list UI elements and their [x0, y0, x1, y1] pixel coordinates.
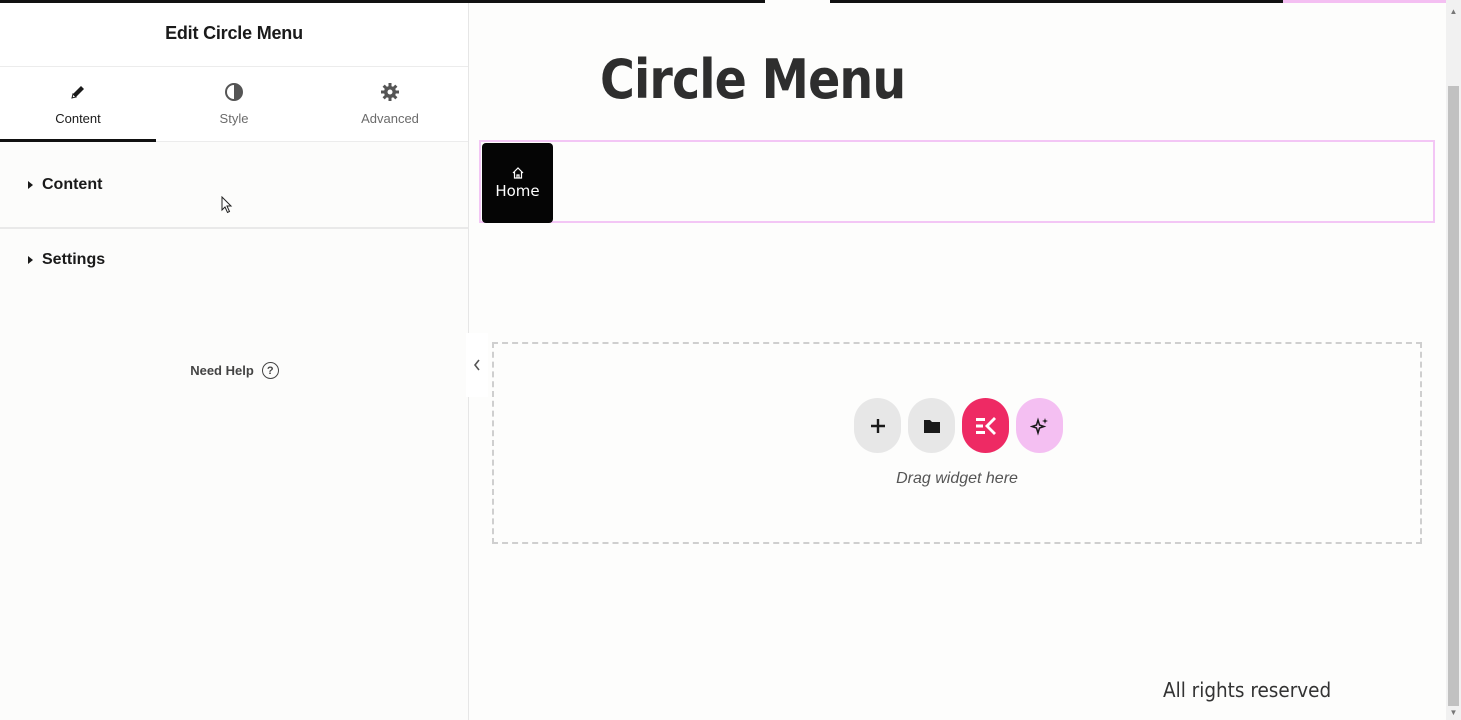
help-label: Need Help	[190, 363, 254, 378]
collapse-panel-button[interactable]	[466, 333, 488, 397]
section-label: Settings	[42, 251, 106, 268]
footer-text: All rights reserved	[1163, 678, 1332, 702]
dropzone-hint: Drag widget here	[896, 470, 1018, 487]
panel-title: Edit Circle Menu	[165, 22, 303, 43]
vertical-scrollbar[interactable]: ▲ ▼	[1446, 0, 1461, 720]
tab-advanced[interactable]: Advanced	[312, 67, 468, 141]
panel-tabs: Content Style Advanced	[0, 67, 468, 142]
ai-assistant-button[interactable]	[1016, 398, 1063, 453]
caret-right-icon	[28, 256, 33, 264]
half-circle-icon	[224, 82, 244, 105]
circle-menu-widget[interactable]: Home	[479, 140, 1435, 223]
chevron-left-icon	[473, 359, 480, 371]
sparkle-icon	[1029, 416, 1048, 436]
add-widget-button[interactable]	[854, 398, 901, 453]
template-library-button[interactable]	[908, 398, 955, 453]
tab-label: Style	[219, 111, 249, 126]
section-settings[interactable]: Settings	[0, 229, 468, 293]
menu-item-home[interactable]: Home	[482, 143, 553, 223]
scrollbar-thumb[interactable]	[1448, 86, 1459, 706]
scroll-down-icon[interactable]: ▼	[1446, 705, 1461, 720]
folder-icon	[923, 419, 940, 433]
section-label: Content	[42, 175, 103, 193]
elementskit-icon	[975, 416, 996, 435]
gear-icon	[380, 82, 400, 105]
dropzone-buttons	[854, 398, 1063, 453]
need-help-link[interactable]: Need Help ?	[0, 362, 469, 379]
tab-label: Advanced	[361, 111, 419, 126]
pencil-icon	[68, 82, 88, 105]
tab-content[interactable]: Content	[0, 67, 156, 142]
scroll-up-icon[interactable]: ▲	[1446, 4, 1461, 19]
widget-dropzone[interactable]: Drag widget here	[492, 342, 1422, 544]
panel-header: Edit Circle Menu	[0, 0, 468, 67]
mouse-cursor-icon	[221, 196, 233, 214]
editor-window: Edit Circle Menu Content Style Advanced	[0, 0, 1461, 720]
plus-icon	[870, 418, 885, 433]
section-content[interactable]: Content	[0, 142, 468, 229]
editor-panel: Edit Circle Menu Content Style Advanced	[0, 0, 469, 720]
tab-label: Content	[55, 111, 101, 126]
menu-item-label: Home	[495, 182, 540, 200]
top-progress-bar	[0, 0, 1446, 3]
home-icon	[512, 167, 523, 179]
elementskit-button[interactable]	[962, 398, 1009, 453]
page-title: Circle Menu	[600, 48, 906, 111]
caret-right-icon	[28, 180, 33, 189]
question-icon: ?	[261, 362, 279, 379]
tab-style[interactable]: Style	[156, 67, 312, 141]
